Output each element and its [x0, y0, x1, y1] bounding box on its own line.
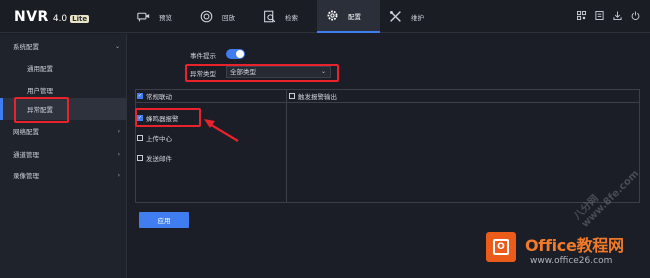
trigger-alarm-output-checkbox[interactable]: 触发报警输出	[289, 91, 337, 101]
main-nav: 预览 回放 检索 配置 维护	[128, 0, 443, 33]
sidebar-item-general-config[interactable]: 通用配置	[0, 57, 127, 79]
brand-version: 4.0	[52, 14, 68, 24]
gear-icon	[327, 10, 338, 21]
checkbox-label: 常规联动	[146, 93, 172, 101]
sidebar-item-label: 网络配置	[13, 128, 39, 136]
qr-code-icon[interactable]	[577, 11, 586, 20]
brand-logo: NVR 4.0 Lite	[14, 9, 90, 25]
watermark-title: Office教程网	[525, 236, 624, 255]
nav-label: 维护	[411, 13, 424, 22]
sidebar-item-network-config[interactable]: 网络配置 ›	[0, 120, 127, 142]
top-bar: NVR 4.0 Lite 预览 回放 检索 配置 维护	[0, 0, 650, 33]
sidebar-item-label: 通用配置	[27, 65, 53, 73]
nav-label: 检索	[285, 13, 298, 22]
search-doc-icon	[264, 10, 276, 23]
nav-label: 回放	[222, 13, 235, 22]
nav-preview[interactable]: 预览	[128, 0, 191, 33]
checkbox-label: 发送邮件	[146, 155, 172, 163]
event-hint-label: 事件提示	[190, 52, 216, 60]
notes-icon[interactable]	[595, 11, 604, 20]
linkage-panel	[135, 89, 640, 203]
chevron-right-icon: ›	[117, 171, 120, 179]
upload-center-checkbox[interactable]: 上传中心	[137, 133, 172, 143]
sidebar-item-label: 用户管理	[27, 87, 53, 95]
brand-name: NVR	[14, 9, 49, 25]
sidebar-item-channel-management[interactable]: 通道管理 ›	[0, 143, 127, 165]
power-icon[interactable]	[631, 11, 640, 21]
brand-edition-badge: Lite	[70, 15, 90, 23]
nav-label: 配置	[348, 12, 361, 21]
chevron-right-icon: ›	[117, 127, 120, 135]
watermark-url: www.office26.com	[530, 256, 613, 266]
chevron-right-icon: ›	[117, 150, 120, 158]
event-hint-toggle[interactable]	[226, 49, 245, 59]
normal-linkage-checkbox[interactable]: ✓ 常规联动	[137, 91, 172, 101]
nav-search[interactable]: 检索	[254, 0, 317, 33]
send-email-checkbox[interactable]: 发送邮件	[137, 153, 172, 163]
checkbox-unchecked-icon	[137, 135, 143, 141]
sidebar-item-label: 录像管理	[13, 172, 39, 180]
sidebar-item-label: 系统配置	[13, 43, 39, 51]
annotation-arrow-icon	[204, 119, 239, 142]
checkbox-label: 触发报警输出	[298, 93, 337, 101]
sidebar-item-recording-management[interactable]: 录像管理 ›	[0, 164, 127, 186]
apply-button[interactable]: 应用	[139, 212, 189, 228]
checkbox-unchecked-icon	[289, 93, 295, 99]
checkbox-unchecked-icon	[137, 155, 143, 161]
panel-divider-horizontal	[136, 102, 639, 103]
nav-playback[interactable]: 回放	[191, 0, 254, 33]
wrench-icon	[389, 10, 401, 22]
sidebar-item-system-config[interactable]: 系统配置 ⌄	[0, 35, 127, 57]
watermark-logo: O	[486, 232, 516, 262]
nav-config[interactable]: 配置	[317, 0, 380, 33]
panel-divider-vertical	[286, 90, 287, 202]
nav-label: 预览	[159, 13, 172, 22]
checkbox-checked-icon: ✓	[137, 93, 143, 99]
download-icon[interactable]	[613, 11, 622, 20]
annotation-highlight-sidebar	[14, 97, 69, 123]
chevron-down-icon: ⌄	[114, 42, 120, 50]
watermark-logo-letter: O	[493, 239, 509, 255]
playback-icon	[200, 10, 213, 23]
sidebar: 系统配置 ⌄ 通用配置 用户管理 异常配置 网络配置 › 通道管理 › 录像管理…	[0, 34, 127, 278]
top-right-tools	[577, 11, 640, 21]
camera-icon	[137, 12, 150, 22]
checkbox-label: 上传中心	[146, 135, 172, 143]
sidebar-item-label: 通道管理	[13, 151, 39, 159]
annotation-highlight-exception-type	[185, 64, 339, 82]
annotation-highlight-buzzer	[135, 108, 201, 127]
nav-maintenance[interactable]: 维护	[380, 0, 443, 33]
